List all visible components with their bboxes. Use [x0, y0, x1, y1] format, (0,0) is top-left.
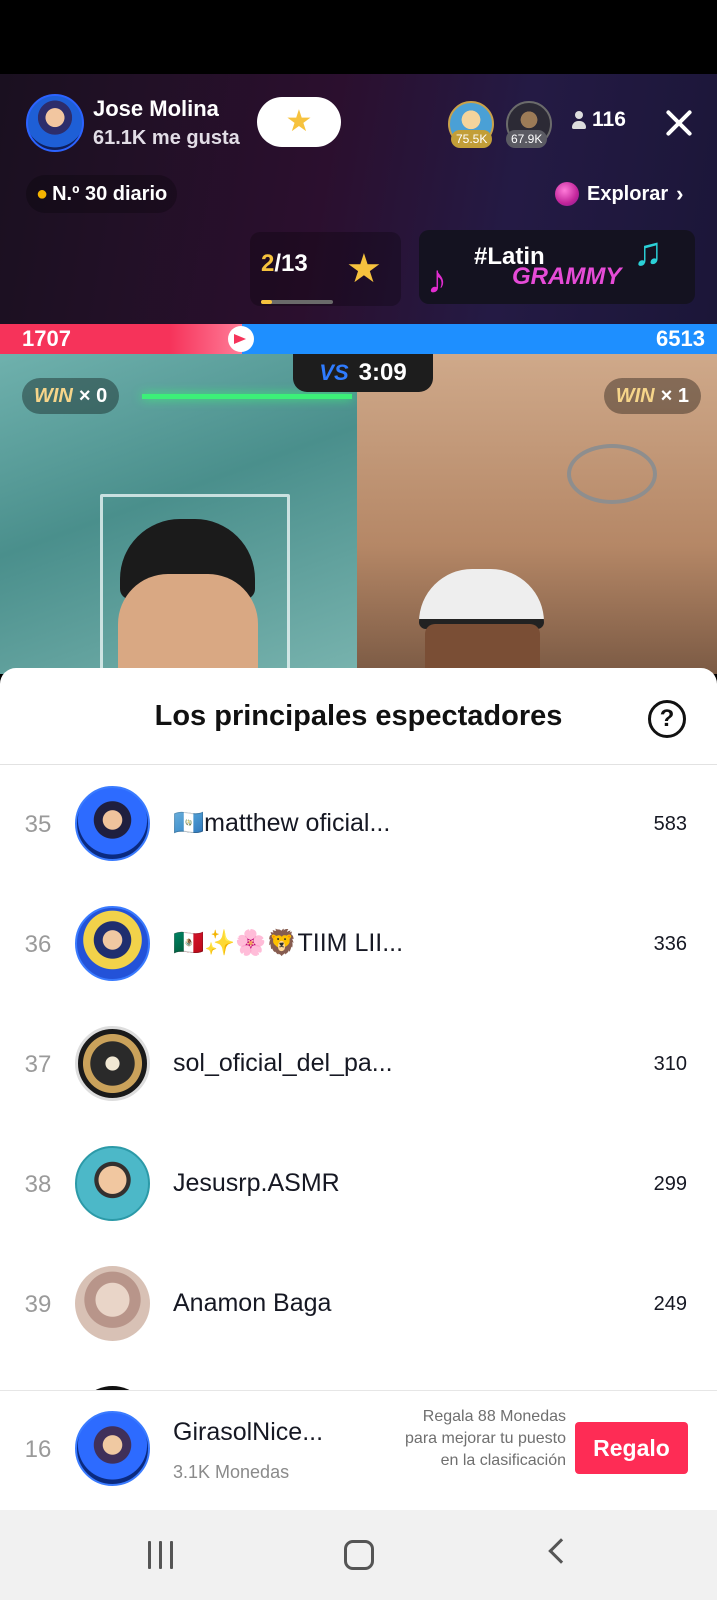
goal-total: /13: [274, 250, 308, 277]
planet-icon: [555, 182, 579, 206]
viewer-count-value: 116: [592, 108, 626, 131]
my-coins: 3.1K Monedas: [173, 1462, 290, 1482]
recents-icon[interactable]: [146, 1541, 174, 1569]
daily-rank-badge[interactable]: ● N.º 30 diario: [26, 175, 178, 213]
left-score: 1707: [22, 326, 71, 351]
avatar[interactable]: [75, 786, 150, 861]
username[interactable]: sol_oficial_del_pa...: [173, 1049, 393, 1078]
host-name[interactable]: Jose Molina: [93, 96, 219, 122]
home-icon[interactable]: [344, 1540, 374, 1570]
my-avatar[interactable]: [75, 1411, 150, 1486]
goal-current: 2: [261, 250, 275, 277]
rank-number: 36: [24, 931, 52, 958]
music-note-icon: ♫: [633, 230, 663, 274]
list-item[interactable]: 39 Anamon Baga 249: [0, 1245, 717, 1365]
chevron-right-icon: ›: [676, 181, 684, 206]
top-viewer-score-2: 67.9K: [506, 130, 548, 148]
vs-icon: VS: [319, 360, 349, 385]
viewer-list[interactable]: 35 🇬🇹matthew oficial... 583 36 🇲🇽✨🌸🦁TIIM…: [0, 765, 717, 1390]
my-rank-number: 16: [24, 1436, 52, 1463]
avatar[interactable]: [75, 906, 150, 981]
flame-icon: ●: [36, 182, 49, 205]
sheet-title: Los principales espectadores: [154, 700, 563, 732]
battle-timer: VS 3:09: [293, 354, 433, 392]
daily-rank-label: N.º 30 diario: [52, 182, 168, 205]
goal-progress-fill: [261, 300, 272, 304]
rank-number: 39: [24, 1291, 52, 1318]
username[interactable]: 🇬🇹matthew oficial...: [173, 809, 390, 838]
person-icon: [572, 111, 586, 129]
gift-hint: Regala 88 Monedas para mejorar tu puesto…: [405, 1408, 566, 1469]
rank-number: 37: [24, 1051, 52, 1078]
music-note-icon: ♪: [427, 258, 447, 302]
list-item[interactable]: 35 🇬🇹matthew oficial... 583: [0, 765, 717, 885]
banner-line2: GRAMMY: [512, 263, 622, 290]
host-avatar[interactable]: [26, 94, 84, 152]
username[interactable]: 🇲🇽✨🌸🦁TIIM LII...: [173, 929, 403, 958]
avatar[interactable]: [75, 1146, 150, 1221]
right-win-count: WIN × 1: [603, 378, 701, 414]
follow-button[interactable]: ★: [257, 97, 341, 147]
goal-progress-bar: [261, 300, 333, 304]
star-icon: ★: [285, 105, 313, 138]
timer-value: 3:09: [358, 359, 407, 386]
avatar[interactable]: [75, 1026, 150, 1101]
host-likes: 61.1K me gusta: [93, 127, 240, 149]
score: 336: [653, 933, 687, 955]
score: 583: [653, 813, 687, 835]
battle-indicator-icon: [228, 326, 254, 352]
gift-button[interactable]: Regalo: [575, 1422, 688, 1474]
score: 310: [653, 1053, 687, 1075]
username[interactable]: Anamon Baga: [173, 1289, 331, 1318]
rank-number: 38: [24, 1171, 52, 1198]
goal-progress-text: 2/13: [261, 250, 308, 278]
score: 299: [653, 1173, 687, 1195]
viewer-count[interactable]: 116: [572, 108, 626, 132]
explore-label: Explorar: [587, 182, 669, 205]
my-username: GirasolNice...: [173, 1418, 324, 1446]
list-item[interactable]: 37 sol_oficial_del_pa... 310: [0, 1005, 717, 1125]
username[interactable]: Jesusrp.ASMR: [173, 1169, 340, 1198]
rank-number: 35: [24, 811, 52, 838]
top-viewer-score-1: 75.5K: [451, 130, 493, 148]
list-item[interactable]: 36 🇲🇽✨🌸🦁TIIM LII... 336: [0, 885, 717, 1005]
left-win-count: WIN × 0: [22, 378, 120, 414]
list-item[interactable]: [0, 1365, 717, 1390]
help-icon[interactable]: ?: [648, 700, 686, 738]
right-score: 6513: [656, 326, 705, 351]
status-bar: [0, 0, 717, 74]
star-icon: ★: [346, 247, 382, 291]
avatar[interactable]: [75, 1266, 150, 1341]
score: 249: [653, 1293, 687, 1315]
explore-button[interactable]: Explorar ›: [555, 175, 683, 213]
close-icon[interactable]: [660, 104, 698, 142]
list-item[interactable]: 38 Jesusrp.ASMR 299: [0, 1125, 717, 1245]
